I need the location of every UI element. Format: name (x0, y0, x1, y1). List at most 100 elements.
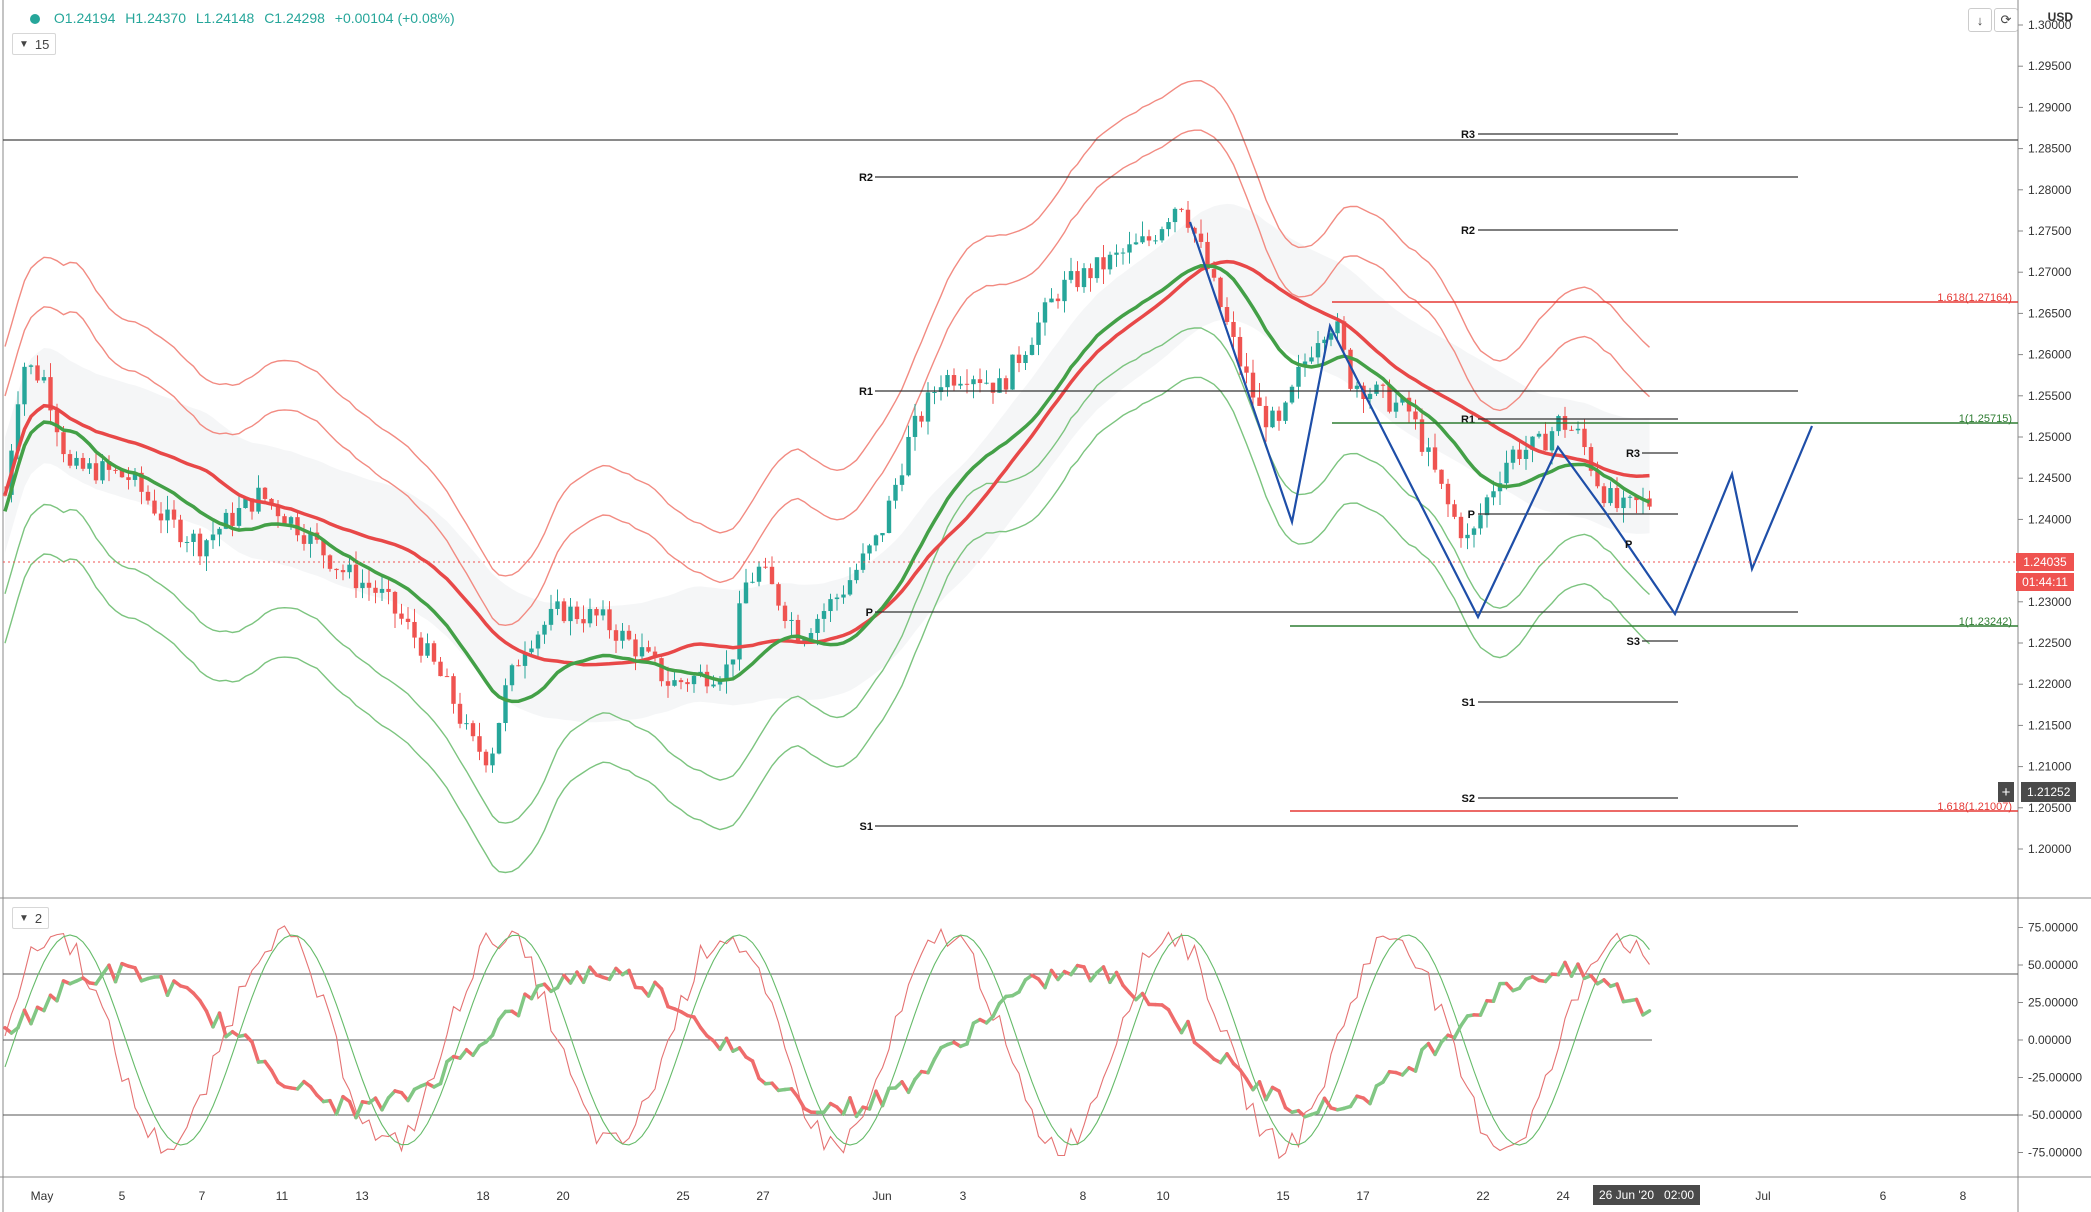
candle (496, 722, 502, 755)
candle-body (1231, 321, 1236, 337)
candle-body (1029, 344, 1035, 355)
time-tick-label: Jun (872, 1189, 891, 1203)
candle-body (1023, 354, 1028, 364)
candle-body (912, 415, 918, 437)
candle-body (1478, 515, 1483, 529)
candle-body (165, 509, 170, 521)
candle-body (639, 647, 645, 657)
candle (431, 640, 437, 665)
candle-body (1601, 486, 1607, 504)
candle-body (288, 517, 294, 524)
time-tick-label: 6 (1880, 1189, 1887, 1203)
stoch-tick-label: 0.00000 (2028, 1033, 2072, 1047)
old-s1-label: S1 (860, 821, 873, 833)
candle-body (1114, 252, 1119, 255)
price-tick-label: 1.23000 (2028, 595, 2072, 609)
candle-body (1445, 483, 1451, 505)
candle-body (457, 703, 463, 724)
candle-body (470, 723, 476, 737)
candle-body (964, 383, 970, 385)
candle-body (847, 580, 853, 595)
candle-body (379, 588, 385, 593)
stoch-tick-label: -25.00000 (2028, 1071, 2082, 1085)
candle-body (808, 633, 814, 639)
candle-body (743, 582, 749, 604)
candle-body (1211, 269, 1217, 278)
candle-body (1042, 302, 1048, 323)
chevron-down-icon: ▼ (19, 912, 29, 924)
ohlc-open: O1.24194 (53, 10, 116, 26)
candle-body (1575, 428, 1581, 431)
candle-body (1536, 433, 1542, 437)
candle-body (633, 639, 638, 657)
candle-body (730, 659, 736, 665)
candle-body (1107, 254, 1113, 270)
chevron-down-icon: ▼ (19, 38, 29, 50)
sub-indicators-toggle[interactable]: ▼ 2 (12, 907, 50, 929)
candle-body (1484, 497, 1490, 516)
candle-body (1075, 271, 1080, 288)
candle-body (958, 383, 963, 386)
candle-body (418, 637, 424, 656)
candle-body (61, 432, 66, 455)
candle-body (35, 365, 40, 381)
candle-body (1621, 497, 1626, 509)
candle-body (230, 512, 235, 526)
candle-body (899, 475, 905, 485)
candle-body (1172, 208, 1178, 223)
candle-body (1523, 449, 1529, 459)
main-indicators-toggle[interactable]: ▼ 15 (12, 33, 57, 55)
candle-body (769, 566, 775, 585)
candle-body (613, 630, 619, 641)
candle-body (548, 608, 554, 625)
plus-icon[interactable]: + (1998, 782, 2014, 802)
candle-body (1185, 209, 1191, 228)
time-tick-label: 7 (199, 1189, 206, 1203)
ohlc-change: +0.00104 (+0.08%) (334, 10, 455, 26)
candle-body (542, 624, 547, 635)
short-s3-label: S3 (1627, 636, 1640, 648)
time-tick-label: 24 (1556, 1189, 1570, 1203)
price-tick-label: 1.28000 (2028, 183, 2072, 197)
candle-body (1094, 257, 1100, 279)
candle-body (431, 643, 437, 662)
time-tick-label: 20 (556, 1189, 570, 1203)
candle-body (438, 661, 443, 677)
candle-body (678, 680, 684, 683)
candle-body (711, 684, 716, 687)
price-tick-label: 1.28500 (2028, 142, 2072, 156)
candle-body (1569, 429, 1574, 431)
candle-body (581, 619, 586, 624)
candle-body (1543, 433, 1548, 451)
candle-body (873, 535, 879, 546)
candle-body (1380, 384, 1386, 386)
price-tick-label: 1.25500 (2028, 389, 2072, 403)
candle-body (1146, 236, 1152, 241)
candle-body (1374, 384, 1379, 394)
candle-body (1439, 469, 1444, 484)
candle-body (834, 597, 840, 600)
ohlc-close: C1.24298 (264, 10, 325, 26)
candle-body (1179, 208, 1184, 210)
candle (1010, 354, 1015, 390)
fib-upper-green-label: 1(1.25715) (1959, 413, 2012, 425)
candle-body (1062, 279, 1067, 302)
candle-body (152, 500, 157, 514)
candle-body (665, 681, 671, 686)
candle-body (821, 611, 827, 619)
candle-body (22, 366, 27, 405)
price-tick-label: 1.20500 (2028, 801, 2072, 815)
candle-body (529, 648, 534, 653)
candle-body (41, 377, 47, 381)
candle-body (1283, 402, 1288, 421)
price-tick-label: 1.27500 (2028, 224, 2072, 238)
chart-canvas[interactable]: R2 R1 P S1 R3 R2 R1 P S1 S2 R3 S3 1.618(1.27164) 1(1.… (0, 0, 2091, 1212)
candle-body (1270, 410, 1275, 428)
sub-indicators-count: 2 (34, 910, 43, 926)
candle-body (945, 375, 950, 388)
candle-body (763, 566, 768, 568)
candle-body (1432, 447, 1438, 470)
arrow-down-icon[interactable]: ↓ (1968, 8, 1992, 32)
old-r1-label: R1 (859, 386, 873, 398)
expand-icon[interactable]: ⟳ (1994, 8, 2018, 32)
